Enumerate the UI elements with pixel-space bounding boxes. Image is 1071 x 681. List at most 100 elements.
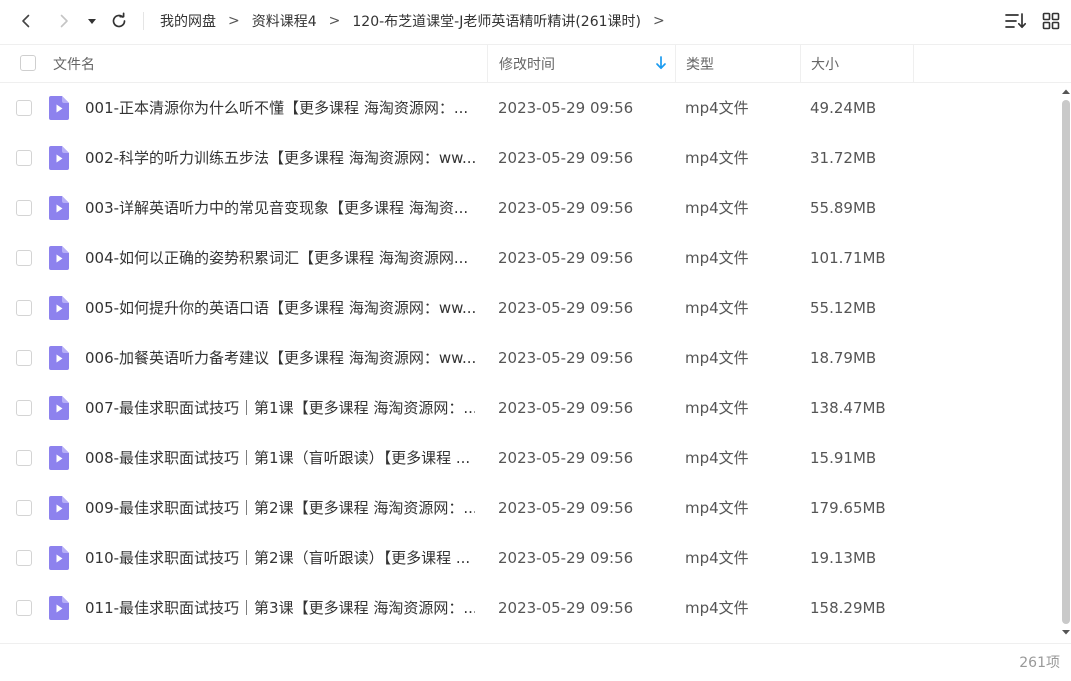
arrow-left-icon: [22, 14, 30, 28]
file-name[interactable]: 004-如何以正确的姿势积累词汇【更多课程 海淘资源网...: [85, 233, 475, 283]
file-name[interactable]: 010-最佳求职面试技巧｜第2课（盲听跟读）【更多课程 ...: [85, 533, 475, 583]
breadcrumb: 我的网盘 > 资料课程4 > 120-布芝道课堂-J老师英语精听精讲(261课时…: [160, 0, 677, 42]
column-header-type[interactable]: 类型: [686, 45, 798, 82]
file-row[interactable]: 010-最佳求职面试技巧｜第2课（盲听跟读）【更多课程 ... 2023-05-…: [0, 533, 1058, 583]
history-dropdown-button[interactable]: [82, 9, 102, 33]
row-checkbox[interactable]: [16, 600, 32, 616]
row-checkbox[interactable]: [16, 300, 32, 316]
row-checkbox[interactable]: [16, 500, 32, 516]
file-name[interactable]: 002-科学的听力训练五步法【更多课程 海淘资源网：ww...: [85, 133, 475, 183]
file-name[interactable]: 005-如何提升你的英语口语【更多课程 海淘资源网：ww...: [85, 283, 475, 333]
column-header-name[interactable]: 文件名: [53, 45, 486, 82]
file-name[interactable]: 007-最佳求职面试技巧｜第1课【更多课程 海淘资源网：...: [85, 383, 475, 433]
file-row[interactable]: 002-科学的听力训练五步法【更多课程 海淘资源网：ww... 2023-05-…: [0, 133, 1058, 183]
file-row[interactable]: 005-如何提升你的英语口语【更多课程 海淘资源网：ww... 2023-05-…: [0, 283, 1058, 333]
file-row[interactable]: 011-最佳求职面试技巧｜第3课【更多课程 海淘资源网：... 2023-05-…: [0, 583, 1058, 633]
scroll-up-arrow-icon[interactable]: [1061, 87, 1071, 97]
forward-button[interactable]: [52, 9, 76, 33]
file-row[interactable]: 009-最佳求职面试技巧｜第2课【更多课程 海淘资源网：... 2023-05-…: [0, 483, 1058, 533]
video-file-icon: [49, 296, 69, 320]
file-size: 18.79MB: [810, 349, 877, 367]
row-checkbox[interactable]: [16, 250, 32, 266]
file-name[interactable]: 009-最佳求职面试技巧｜第2课【更多课程 海淘资源网：...: [85, 483, 475, 533]
video-file-icon: [49, 496, 69, 520]
file-size: 15.91MB: [810, 449, 877, 467]
row-checkbox[interactable]: [16, 550, 32, 566]
refresh-icon: [112, 12, 126, 28]
file-modified-time: 2023-05-29 09:56: [498, 299, 634, 317]
file-row[interactable]: 003-详解英语听力中的常见音变现象【更多课程 海淘资... 2023-05-2…: [0, 183, 1058, 233]
column-divider[interactable]: [675, 45, 676, 82]
column-divider[interactable]: [913, 45, 914, 82]
file-name[interactable]: 011-最佳求职面试技巧｜第3课【更多课程 海淘资源网：...: [85, 583, 475, 633]
video-file-icon: [49, 346, 69, 370]
back-button[interactable]: [14, 9, 38, 33]
file-modified-time: 2023-05-29 09:56: [498, 149, 634, 167]
file-modified-time: 2023-05-29 09:56: [498, 399, 634, 417]
file-size: 158.29MB: [810, 599, 886, 617]
file-type: mp4文件: [685, 449, 749, 467]
video-file-icon: [49, 446, 69, 470]
file-size: 49.24MB: [810, 99, 877, 117]
file-modified-time: 2023-05-29 09:56: [498, 99, 634, 117]
file-size: 19.13MB: [810, 549, 877, 567]
column-header-size[interactable]: 大小: [811, 45, 913, 82]
file-modified-time: 2023-05-29 09:56: [498, 449, 634, 467]
file-modified-time: 2023-05-29 09:56: [498, 499, 634, 517]
video-file-icon: [49, 396, 69, 420]
file-modified-time: 2023-05-29 09:56: [498, 249, 634, 267]
sort-button[interactable]: [1004, 10, 1028, 32]
grid-view-button[interactable]: [1041, 11, 1061, 31]
file-size: 31.72MB: [810, 149, 877, 167]
row-checkbox[interactable]: [16, 150, 32, 166]
grid-view-icon: [1042, 12, 1060, 30]
scrollbar-thumb[interactable]: [1062, 100, 1070, 624]
arrow-down-icon[interactable]: [655, 56, 667, 70]
refresh-button[interactable]: [107, 9, 131, 33]
file-type: mp4文件: [685, 599, 749, 617]
file-name[interactable]: 006-加餐英语听力备考建议【更多课程 海淘资源网：ww...: [85, 333, 475, 383]
file-modified-time: 2023-05-29 09:56: [498, 199, 634, 217]
column-header-time[interactable]: 修改时间: [499, 45, 675, 82]
column-divider[interactable]: [800, 45, 801, 82]
file-type: mp4文件: [685, 149, 749, 167]
select-all-checkbox[interactable]: [20, 55, 36, 71]
file-size: 138.47MB: [810, 399, 886, 417]
toolbar-divider: [143, 12, 144, 30]
scroll-down-arrow-icon[interactable]: [1061, 627, 1071, 637]
file-modified-time: 2023-05-29 09:56: [498, 599, 634, 617]
file-modified-time: 2023-05-29 09:56: [498, 349, 634, 367]
breadcrumb-item-folder[interactable]: 资料课程4: [252, 11, 317, 31]
top-navigation-bar: 我的网盘 > 资料课程4 > 120-布芝道课堂-J老师英语精听精讲(261课时…: [0, 0, 1071, 42]
file-size: 101.71MB: [810, 249, 886, 267]
file-row[interactable]: 007-最佳求职面试技巧｜第1课【更多课程 海淘资源网：... 2023-05-…: [0, 383, 1058, 433]
row-checkbox[interactable]: [16, 400, 32, 416]
file-name[interactable]: 003-详解英语听力中的常见音变现象【更多课程 海淘资...: [85, 183, 475, 233]
breadcrumb-item-current[interactable]: 120-布芝道课堂-J老师英语精听精讲(261课时): [352, 11, 641, 31]
file-name[interactable]: 008-最佳求职面试技巧｜第1课（盲听跟读）【更多课程 ...: [85, 433, 475, 483]
file-list-header: 文件名 修改时间 类型 大小: [0, 44, 1071, 83]
column-divider[interactable]: [487, 45, 488, 82]
file-name[interactable]: 001-正本清源你为什么听不懂【更多课程 海淘资源网：...: [85, 83, 475, 133]
file-size: 55.12MB: [810, 299, 877, 317]
video-file-icon: [49, 96, 69, 120]
row-checkbox[interactable]: [16, 200, 32, 216]
file-modified-time: 2023-05-29 09:56: [498, 549, 634, 567]
file-row[interactable]: 001-正本清源你为什么听不懂【更多课程 海淘资源网：... 2023-05-2…: [0, 83, 1058, 133]
file-row[interactable]: 004-如何以正确的姿势积累词汇【更多课程 海淘资源网... 2023-05-2…: [0, 233, 1058, 283]
file-type: mp4文件: [685, 99, 749, 117]
file-row[interactable]: 006-加餐英语听力备考建议【更多课程 海淘资源网：ww... 2023-05-…: [0, 333, 1058, 383]
file-size: 55.89MB: [810, 199, 877, 217]
breadcrumb-separator[interactable]: >: [653, 13, 665, 29]
video-file-icon: [49, 196, 69, 220]
row-checkbox[interactable]: [16, 450, 32, 466]
file-size: 179.65MB: [810, 499, 886, 517]
row-checkbox[interactable]: [16, 100, 32, 116]
file-type: mp4文件: [685, 249, 749, 267]
breadcrumb-separator: >: [328, 13, 341, 29]
file-row[interactable]: 008-最佳求职面试技巧｜第1课（盲听跟读）【更多课程 ... 2023-05-…: [0, 433, 1058, 483]
breadcrumb-item-root[interactable]: 我的网盘: [160, 11, 216, 31]
file-type: mp4文件: [685, 399, 749, 417]
video-file-icon: [49, 146, 69, 170]
row-checkbox[interactable]: [16, 350, 32, 366]
